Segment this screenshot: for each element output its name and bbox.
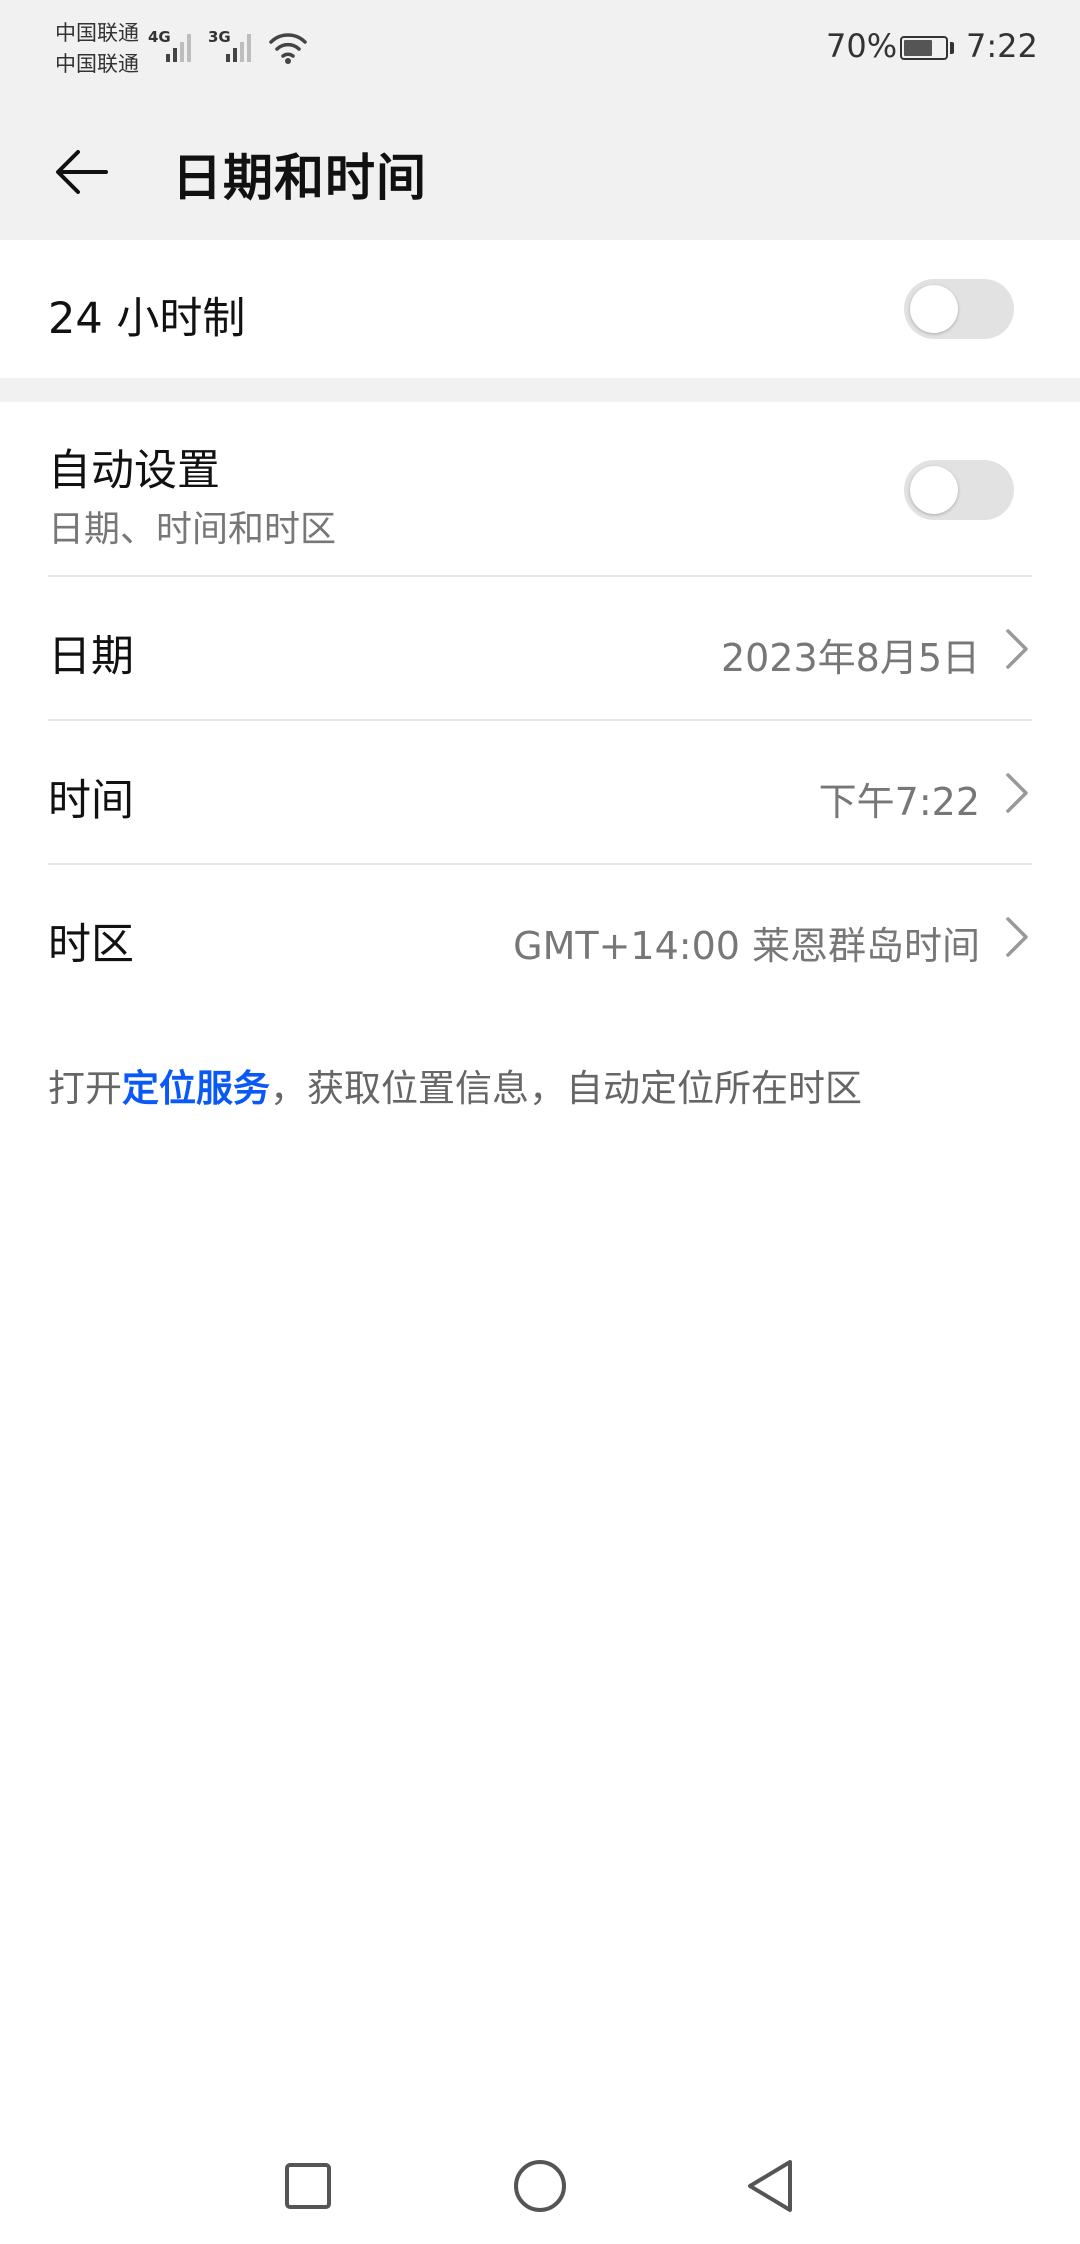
setting-timezone-value: GMT+14:00 莱恩群岛时间	[513, 924, 980, 968]
setting-auto-sublabel: 日期、时间和时区	[48, 509, 337, 550]
battery-icon	[900, 36, 948, 60]
setting-date-label: 日期	[48, 632, 134, 682]
carrier-2: 中国联通	[55, 52, 139, 76]
chevron-right-icon	[1006, 629, 1028, 669]
section-gap	[0, 378, 1080, 402]
wifi-icon	[269, 33, 307, 64]
setting-auto[interactable]: 自动设置 日期、时间和时区	[0, 402, 1080, 576]
toggle-auto[interactable]	[904, 460, 1014, 520]
app-bar: 日期和时间	[0, 100, 1080, 240]
status-bar: 中国联通 中国联通 4G 3G 70% 7:22	[0, 0, 1080, 100]
setting-24-hour-label: 24 小时制	[48, 294, 246, 344]
hint-prefix: 打开	[48, 1067, 122, 1110]
circle-icon[interactable]	[500, 2146, 580, 2226]
battery-percent: 70%	[826, 27, 898, 65]
triangle-back-icon[interactable]	[730, 2146, 810, 2226]
setting-time-value: 下午7:22	[818, 780, 980, 824]
battery-fill	[904, 40, 932, 56]
chevron-right-icon	[1006, 773, 1028, 813]
carrier-1: 中国联通	[55, 21, 139, 45]
square-icon[interactable]	[268, 2146, 348, 2226]
setting-auto-label: 自动设置	[48, 446, 220, 496]
setting-timezone-label: 时区	[48, 920, 134, 970]
toggle-knob	[910, 466, 958, 514]
toggle-24-hour[interactable]	[904, 279, 1014, 339]
arrow-left-icon[interactable]	[50, 140, 114, 204]
setting-24-hour[interactable]: 24 小时制	[0, 240, 1080, 378]
hint-suffix: ，获取位置信息，自动定位所在时区	[270, 1067, 862, 1110]
setting-time[interactable]: 时间 下午7:22	[0, 721, 1080, 863]
signal-icon	[226, 30, 256, 62]
setting-timezone[interactable]: 时区 GMT+14:00 莱恩群岛时间	[0, 865, 1080, 1007]
setting-date-value: 2023年8月5日	[720, 636, 980, 680]
location-service-link[interactable]: 定位服务	[122, 1067, 270, 1110]
battery-tip	[950, 42, 954, 54]
signal-icon	[166, 30, 196, 62]
location-hint: 打开定位服务，获取位置信息，自动定位所在时区	[48, 1058, 862, 1112]
chevron-right-icon	[1006, 917, 1028, 957]
status-time: 7:22	[966, 27, 1038, 65]
setting-time-label: 时间	[48, 776, 134, 826]
setting-date[interactable]: 日期 2023年8月5日	[0, 577, 1080, 719]
carrier-labels: 中国联通 中国联通	[55, 18, 139, 80]
toggle-knob	[910, 285, 958, 333]
page-title: 日期和时间	[172, 149, 427, 207]
